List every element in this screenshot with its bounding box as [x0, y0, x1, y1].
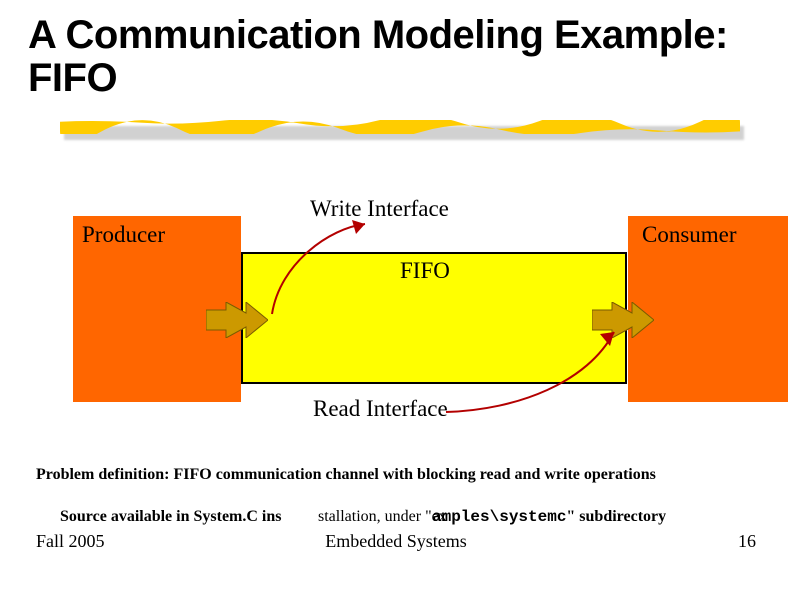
consumer-label: Consumer [642, 222, 737, 248]
read-interface-label: Read Interface [313, 396, 448, 422]
source-text-tail: amples\systemc" subdirectory [432, 508, 666, 526]
problem-definition-text: Problem definition: FIFO communication c… [36, 466, 656, 484]
title-underline [60, 120, 740, 134]
slide: A Communication Modeling Example: FIFO P… [0, 0, 792, 612]
source-text-lead: Source available in System.C ins [60, 508, 282, 525]
slide-number: 16 [738, 531, 756, 552]
producer-label: Producer [82, 222, 165, 248]
footer-center: Embedded Systems [0, 531, 792, 552]
source-availability-text: Source available in System.C ins stallat… [60, 508, 760, 526]
read-interface-arrow-icon [438, 322, 638, 422]
write-interface-arrow-icon [240, 218, 390, 328]
fifo-label: FIFO [400, 258, 450, 284]
slide-title: A Communication Modeling Example: FIFO [28, 14, 792, 100]
source-text-overlap: stallation, under "ex [318, 508, 447, 526]
